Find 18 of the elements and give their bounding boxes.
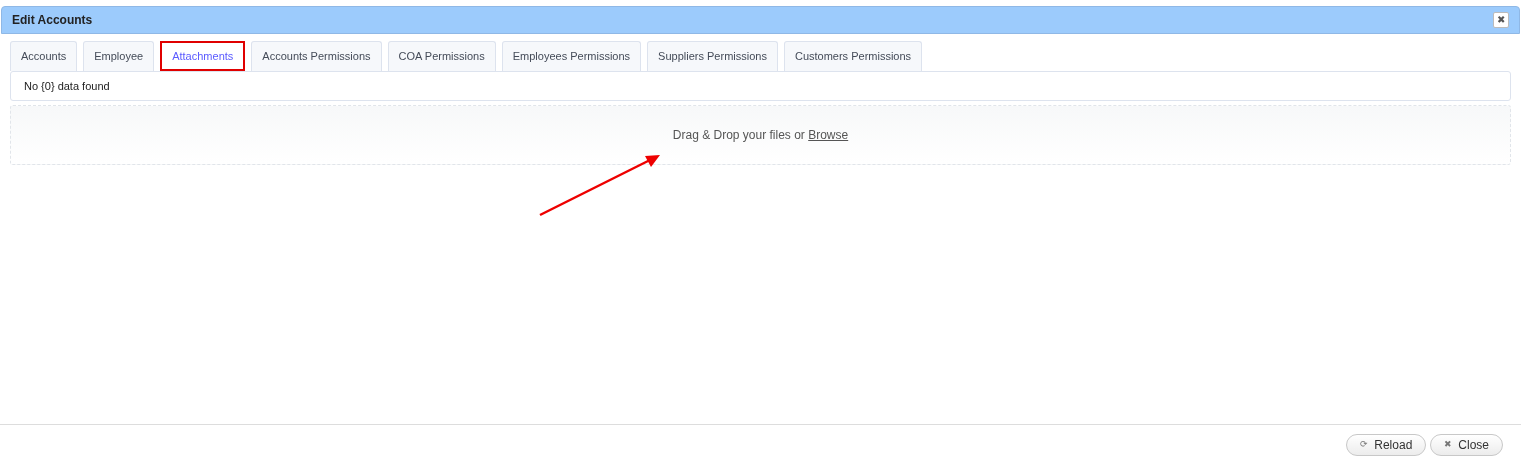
footer-button[interactable]: ✖ Close [1430, 434, 1503, 456]
close-button[interactable]: ✖ [1493, 12, 1509, 28]
tab[interactable]: Suppliers Permissions [647, 41, 778, 71]
button-icon: ✖ [1444, 438, 1453, 452]
tab[interactable]: Accounts Permissions [251, 41, 382, 71]
tab[interactable]: Employees Permissions [501, 41, 642, 71]
browse-link[interactable]: Browse [808, 128, 849, 142]
tab[interactable]: Attachments [160, 41, 246, 71]
file-dropzone[interactable]: Drag & Drop your files or Browse [10, 105, 1511, 165]
tab[interactable]: Accounts [10, 41, 78, 71]
window-title: Edit Accounts [12, 12, 93, 29]
footer-button[interactable]: ⟳ Reload [1346, 434, 1427, 456]
tab[interactable]: COA Permissions [387, 41, 496, 71]
empty-message: No {0} data found [24, 78, 110, 94]
dropzone-text: Drag & Drop your files or Browse [672, 127, 849, 144]
tab[interactable]: Customers Permissions [783, 41, 923, 71]
button-icon: ⟳ [1360, 438, 1369, 452]
tab[interactable]: Employee [83, 41, 155, 71]
